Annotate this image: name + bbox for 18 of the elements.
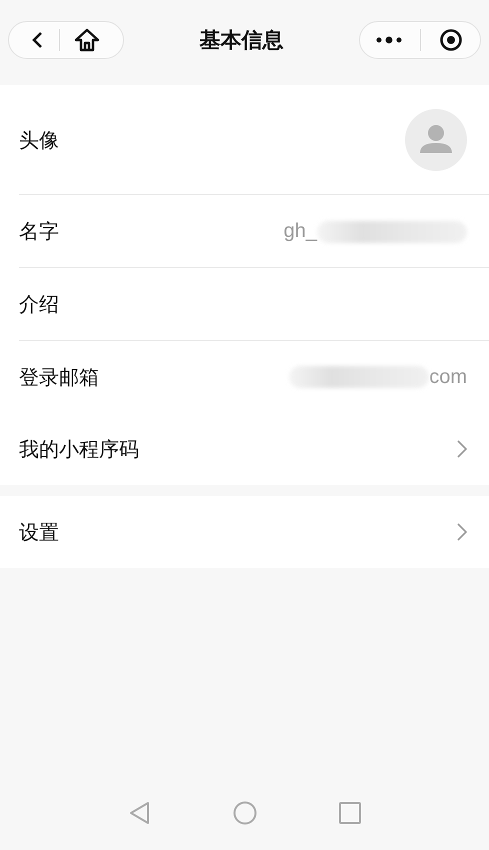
home-icon[interactable] <box>74 28 100 52</box>
list-row[interactable]: 我的小程序码 <box>0 413 489 485</box>
more-icon[interactable] <box>376 36 402 44</box>
row-label: 登录邮箱 <box>19 364 99 390</box>
row-label: 我的小程序码 <box>19 436 139 462</box>
chevron-icon[interactable] <box>457 440 467 458</box>
row-label: 头像 <box>19 126 59 154</box>
chevron-icon[interactable] <box>457 523 467 541</box>
back-icon[interactable] <box>31 30 45 50</box>
row-label: 设置 <box>19 518 59 546</box>
row-value: com <box>429 366 467 388</box>
row-label: 名字 <box>19 218 59 245</box>
row-label: 介绍 <box>19 291 59 318</box>
page-title: 基本信息 <box>200 26 284 54</box>
avatar-icon[interactable] <box>405 109 467 171</box>
recents-icon[interactable] <box>338 802 360 824</box>
row-value: gh_ <box>284 220 317 243</box>
list-row[interactable]: 设置 <box>0 496 489 568</box>
